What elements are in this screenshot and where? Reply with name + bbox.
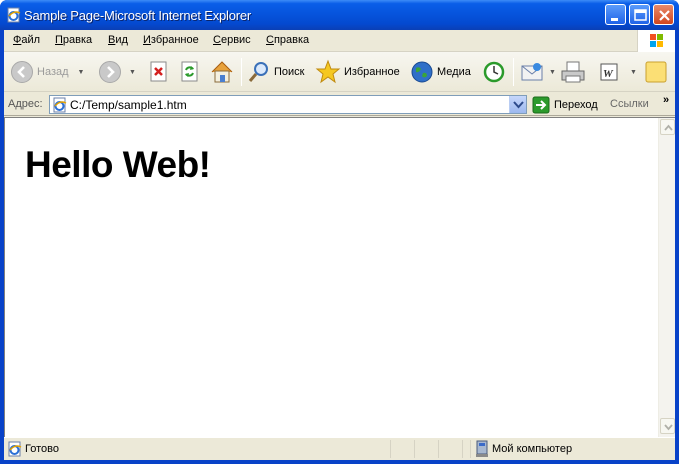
menu-view[interactable]: Вид <box>108 34 128 46</box>
back-arrow-icon <box>11 61 33 83</box>
address-label: Адрес: <box>8 98 43 110</box>
chevron-down-icon <box>513 101 524 109</box>
edit-button[interactable]: W ▼ <box>598 57 637 87</box>
print-button[interactable] <box>560 57 586 87</box>
address-dropdown-button[interactable] <box>509 96 526 113</box>
menu-help[interactable]: Справка <box>266 34 309 46</box>
forward-dropdown-icon[interactable]: ▼ <box>129 69 136 76</box>
standard-toolbar: Назад ▼ ▼ Поиск Избранное Медиа ▼ W ▼ <box>4 52 675 92</box>
menu-file[interactable]: Файл <box>13 34 40 46</box>
address-value: C:/Temp/sample1.htm <box>70 98 187 112</box>
address-input[interactable]: C:/Temp/sample1.htm <box>49 95 527 114</box>
windows-flag-icon <box>650 34 663 47</box>
ie-page-icon <box>53 97 67 113</box>
back-button[interactable]: Назад ▼ <box>10 57 84 87</box>
media-button[interactable]: Медиа <box>410 57 471 87</box>
go-arrow-icon <box>532 96 550 114</box>
security-zone-panel: Мой компьютер <box>470 440 675 458</box>
stop-icon <box>150 61 167 82</box>
status-bar: Готово Мой компьютер <box>4 437 675 460</box>
links-toolbar[interactable]: Ссылки <box>610 98 649 110</box>
refresh-button[interactable] <box>179 57 201 87</box>
page-viewport[interactable]: Hello Web! <box>4 117 675 437</box>
go-label: Переход <box>554 99 598 111</box>
zone-label: Мой компьютер <box>492 443 573 455</box>
client-area: Файл Правка Вид Избранное Сервис Справка <box>4 30 675 460</box>
home-icon <box>211 61 233 83</box>
my-computer-icon <box>476 440 488 457</box>
search-button[interactable]: Поиск <box>247 57 304 87</box>
printer-icon <box>561 61 585 83</box>
chevron-up-icon <box>664 124 673 131</box>
favorites-button[interactable]: Избранное <box>315 57 400 87</box>
browser-window: Sample Page-Microsoft Internet Explorer … <box>0 0 679 464</box>
close-button[interactable] <box>653 4 674 25</box>
menu-favorites[interactable]: Избранное <box>143 34 199 46</box>
back-dropdown-icon[interactable]: ▼ <box>78 69 85 76</box>
menu-edit[interactable]: Правка <box>55 34 92 46</box>
window-title: Sample Page-Microsoft Internet Explorer <box>24 8 252 23</box>
title-bar[interactable]: Sample Page-Microsoft Internet Explorer <box>0 0 679 30</box>
word-edit-icon: W <box>600 63 618 81</box>
discuss-button[interactable] <box>644 57 668 87</box>
status-cell <box>414 440 438 458</box>
minimize-icon <box>611 18 618 21</box>
status-cell <box>390 440 414 458</box>
ie-status-page-icon <box>8 441 22 457</box>
minimize-button[interactable] <box>605 4 626 25</box>
search-label: Поиск <box>274 66 305 78</box>
ie-document-icon <box>7 7 21 23</box>
history-icon <box>483 61 505 83</box>
scroll-down-button[interactable] <box>660 418 675 434</box>
home-button[interactable] <box>209 57 235 87</box>
chevron-down-icon <box>664 424 673 431</box>
svg-text:W: W <box>603 68 614 80</box>
maximize-icon <box>634 9 647 21</box>
menu-bar: Файл Правка Вид Избранное Сервис Справка <box>4 30 675 52</box>
favorites-label: Избранное <box>344 66 400 78</box>
media-label: Медиа <box>437 66 471 78</box>
go-button[interactable]: Переход <box>532 96 598 114</box>
forward-arrow-icon <box>99 61 121 83</box>
edit-dropdown-icon[interactable]: ▼ <box>630 69 637 76</box>
menu-tools[interactable]: Сервис <box>213 34 251 46</box>
back-label: Назад <box>37 66 69 78</box>
search-icon <box>248 62 268 82</box>
status-cell <box>462 440 470 458</box>
media-globe-icon <box>411 61 433 83</box>
mail-dropdown-icon[interactable]: ▼ <box>549 69 556 76</box>
scroll-up-button[interactable] <box>660 119 675 135</box>
close-icon <box>659 10 670 21</box>
mail-icon <box>521 63 543 81</box>
stop-button[interactable] <box>148 57 170 87</box>
windows-logo <box>637 30 675 52</box>
toolbar-separator <box>241 58 242 86</box>
favorites-star-icon <box>315 59 341 84</box>
maximize-button[interactable] <box>629 4 650 25</box>
vertical-scrollbar[interactable] <box>658 118 675 437</box>
history-button[interactable] <box>482 57 506 87</box>
toolbar-separator <box>513 58 514 86</box>
refresh-icon <box>181 61 198 82</box>
note-icon <box>645 61 667 83</box>
status-cell <box>438 440 462 458</box>
address-bar: Адрес: C:/Temp/sample1.htm Переход Ссылк… <box>4 93 675 116</box>
page-heading: Hello Web! <box>25 144 211 185</box>
mail-button[interactable]: ▼ <box>520 57 556 87</box>
status-text: Готово <box>25 443 59 455</box>
links-chevron-icon[interactable]: » <box>663 94 669 106</box>
forward-button[interactable]: ▼ <box>98 57 136 87</box>
